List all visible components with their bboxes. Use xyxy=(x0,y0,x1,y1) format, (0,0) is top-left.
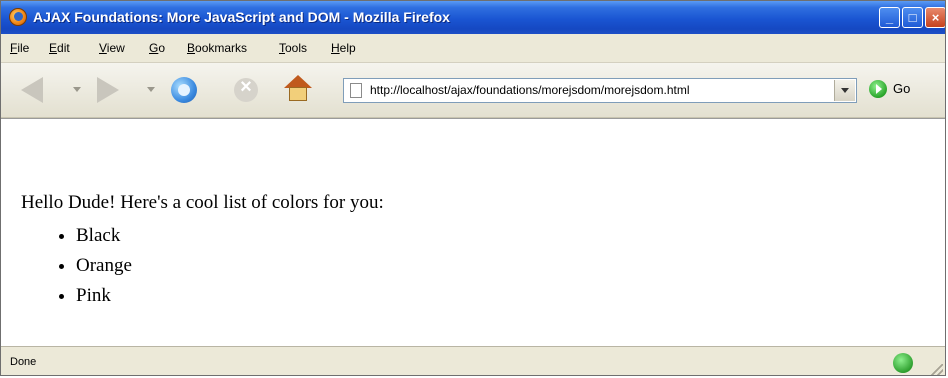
resize-grip-icon[interactable] xyxy=(931,364,943,375)
page-icon xyxy=(350,83,362,98)
maximize-button[interactable]: □ xyxy=(902,7,923,28)
firefox-logo-icon xyxy=(9,8,27,26)
stop-icon[interactable] xyxy=(234,76,258,102)
home-icon[interactable] xyxy=(283,75,313,105)
go-label: Go xyxy=(893,81,911,96)
menu-help[interactable]: Help xyxy=(331,41,356,55)
menu-bookmarks[interactable]: Bookmarks xyxy=(187,41,247,55)
url-text[interactable]: http://localhost/ajax/foundations/morejs… xyxy=(370,83,810,97)
url-dropdown-button[interactable] xyxy=(834,80,855,101)
intro-text: Hello Dude! Here's a cool list of colors… xyxy=(21,192,384,213)
go-icon xyxy=(869,80,887,98)
page-content: Hello Dude! Here's a cool list of colors… xyxy=(1,118,945,346)
security-status-icon xyxy=(893,353,913,373)
menu-tools[interactable]: Tools xyxy=(279,41,307,55)
forward-dropdown-icon[interactable] xyxy=(147,87,155,92)
back-dropdown-icon[interactable] xyxy=(73,87,81,92)
reload-icon[interactable] xyxy=(171,77,197,103)
browser-window: AJAX Foundations: More JavaScript and DO… xyxy=(0,0,946,376)
title-bar: AJAX Foundations: More JavaScript and DO… xyxy=(1,1,945,34)
home-walls xyxy=(289,87,307,101)
window-title: AJAX Foundations: More JavaScript and DO… xyxy=(33,9,450,25)
list-item: Black xyxy=(76,221,132,251)
menu-view[interactable]: View xyxy=(99,41,125,55)
status-text: Done xyxy=(10,356,37,368)
forward-arrow-icon[interactable] xyxy=(97,77,119,103)
list-item: Pink xyxy=(76,281,132,311)
close-button[interactable]: × xyxy=(925,7,945,28)
address-bar[interactable]: http://localhost/ajax/foundations/morejs… xyxy=(343,78,857,103)
minimize-button[interactable]: _ xyxy=(879,7,900,28)
list-item: Orange xyxy=(76,251,132,281)
menu-file[interactable]: File xyxy=(10,41,29,55)
menu-bar: File Edit View Go Bookmarks Tools Help xyxy=(1,34,945,63)
color-list: Black Orange Pink xyxy=(41,221,132,311)
menu-edit[interactable]: Edit xyxy=(49,41,70,55)
navigation-toolbar: http://localhost/ajax/foundations/morejs… xyxy=(1,63,945,118)
menu-go[interactable]: Go xyxy=(149,41,165,55)
status-bar: Done xyxy=(1,346,945,375)
back-arrow-icon[interactable] xyxy=(21,77,43,103)
